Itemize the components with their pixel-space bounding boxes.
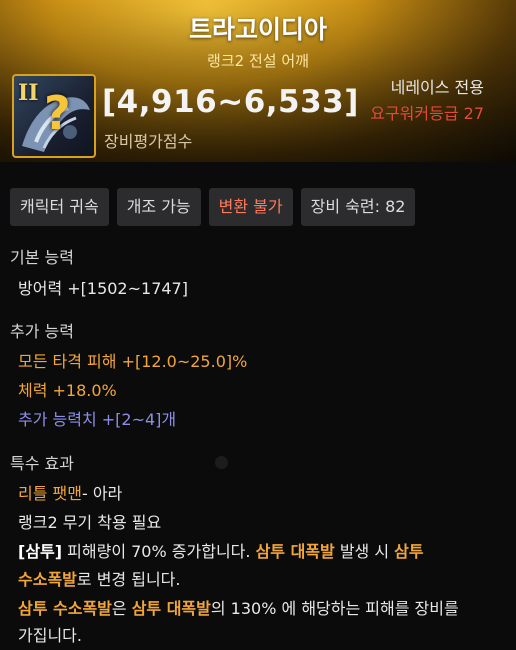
effect-text: 피해량이 70% 증가합니다. (62, 542, 256, 561)
item-tags: 캐릭터 귀속 개조 가능 변환 불가 장비 숙련: 82 (10, 188, 416, 226)
effect-keyword-osmosis-2: 삼투 (394, 542, 424, 561)
level-requirement: 요구워커등급 27 (370, 104, 484, 123)
rank-badge: II (18, 80, 39, 106)
basic-stats-title: 기본 능력 (10, 248, 74, 267)
effect-text: 발생 시 (334, 542, 395, 561)
effect-line-1: [삼투] 피해량이 70% 증가합니다. 삼투 대폭발 발생 시 삼투 (18, 538, 424, 562)
decorative-dot (215, 456, 228, 469)
effect-line-3: 삼투 수소폭발은 삼투 대폭발의 130% 에 해당하는 피해를 장비를 (18, 595, 459, 619)
effect-keyword-big-explosion-2: 삼투 대폭발 (131, 599, 211, 618)
item-header: 트라고이디아 랭크2 전설 어깨 II ? [4,916~6,533] 장비평가… (0, 0, 516, 162)
defense-stat: 방어력 +[1502~1747] (18, 279, 188, 298)
effect-keyword-osmosis: [삼투] (18, 542, 63, 561)
extra-stats-title: 추가 능력 (10, 322, 74, 341)
effect-source-suffix: - 아라 (81, 484, 123, 503)
effect-line-4: 가집니다. (18, 626, 82, 645)
unknown-mark-icon: ? (44, 86, 71, 140)
tag-proficiency: 장비 숙련: 82 (300, 188, 416, 226)
effect-text: 의 130% 에 해당하는 피해를 장비를 (210, 599, 459, 618)
effect-source-name: 리틀 팻맨 (18, 484, 82, 503)
item-icon-box[interactable]: II ? (12, 74, 96, 158)
item-name: 트라고이디아 (188, 15, 327, 44)
effect-keyword-big-explosion: 삼투 대폭발 (255, 542, 335, 561)
extra-stat-count: 추가 능력치 +[2~4]개 (18, 410, 177, 429)
score-label: 장비평가점수 (104, 132, 193, 151)
effect-requirement: 랭크2 무기 착용 필요 (18, 513, 162, 532)
class-requirement: 네레이스 전용 (390, 78, 484, 97)
effect-text: 은 (111, 599, 132, 618)
effect-text: 로 변경 됩니다. (76, 570, 181, 589)
extra-stat-damage: 모든 타격 피해 +[12.0~25.0]% (18, 352, 248, 371)
effect-line-2: 수소폭발로 변경 됩니다. (18, 566, 180, 590)
special-effect-title: 특수 효과 (10, 454, 74, 473)
effect-keyword-osmosis-hydrogen: 삼투 수소폭발 (18, 599, 112, 618)
tag-not-convertible: 변환 불가 (208, 188, 293, 226)
effect-keyword-hydrogen: 수소폭발 (18, 570, 77, 589)
tag-character-bound: 캐릭터 귀속 (10, 188, 109, 226)
score-range: [4,916~6,533] (102, 84, 359, 120)
item-grade: 랭크2 전설 어깨 (207, 52, 309, 70)
effect-source: 리틀 팻맨- 아라 (18, 480, 122, 504)
extra-stat-health: 체력 +18.0% (18, 381, 117, 400)
tag-modifiable: 개조 가능 (116, 188, 201, 226)
